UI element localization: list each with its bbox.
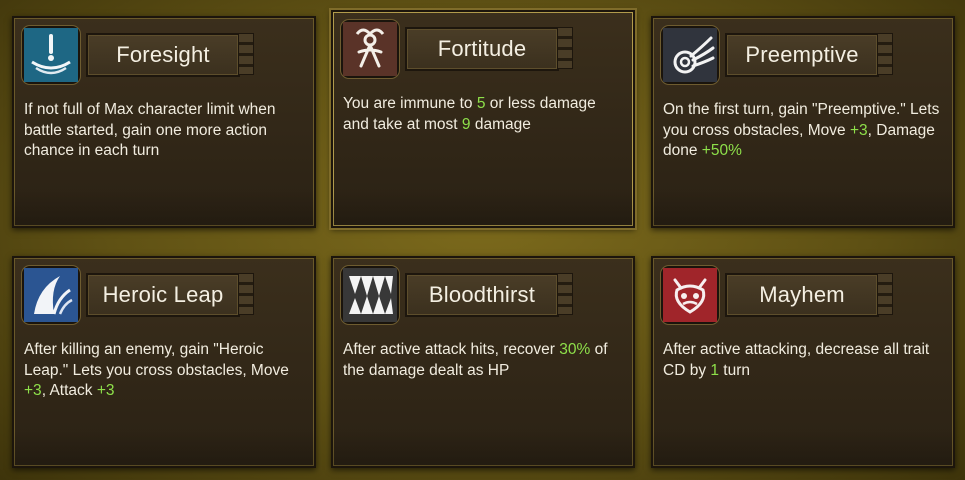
title-notch xyxy=(877,273,893,315)
card-header: Preemptive xyxy=(653,18,953,88)
card-floor xyxy=(14,190,314,226)
card-description: After active attack hits, recover 30% of… xyxy=(343,340,623,381)
title-notch xyxy=(557,273,573,315)
card-floor xyxy=(653,430,953,466)
card-header: Foresight xyxy=(14,18,314,88)
trait-card-fortitude[interactable]: Fortitude You are immune to 5 or less da… xyxy=(331,10,635,228)
card-header: Fortitude xyxy=(333,12,633,82)
card-title-box: Bloodthirst xyxy=(405,273,559,317)
foresight-icon xyxy=(22,26,80,84)
heroic-leap-icon xyxy=(22,266,80,324)
desc-value: 9 xyxy=(461,115,471,133)
card-title-box: Foresight xyxy=(86,33,240,77)
desc-value: 1 xyxy=(710,361,719,379)
trait-card-bloodthirst[interactable]: Bloodthirst After active attack hits, re… xyxy=(331,256,635,468)
desc-value: +3 xyxy=(24,382,42,399)
card-floor xyxy=(14,430,314,466)
card-title: Mayhem xyxy=(759,282,845,307)
trait-card-foresight[interactable]: Foresight If not full of Max character l… xyxy=(12,16,316,228)
trait-grid: Foresight If not full of Max character l… xyxy=(0,0,965,480)
card-title-box: Preemptive xyxy=(725,33,879,77)
card-header: Mayhem xyxy=(653,258,953,328)
desc-text: , Attack xyxy=(41,382,97,399)
desc-text: If not full of Max character limit when … xyxy=(24,101,276,159)
card-title-box: Heroic Leap xyxy=(86,273,240,317)
card-title: Preemptive xyxy=(745,42,859,67)
card-title-box: Mayhem xyxy=(725,273,879,317)
desc-text: After active attack hits, recover xyxy=(343,341,560,358)
card-header: Heroic Leap xyxy=(14,258,314,328)
desc-text: You are immune to xyxy=(343,95,477,112)
card-title-box: Fortitude xyxy=(405,27,559,71)
fortitude-icon xyxy=(341,20,399,78)
preemptive-icon xyxy=(661,26,719,84)
title-notch xyxy=(238,33,254,75)
card-description: After active attacking, decrease all tra… xyxy=(663,340,943,381)
card-title: Heroic Leap xyxy=(102,282,224,307)
title-notch xyxy=(557,27,573,69)
card-title: Fortitude xyxy=(437,36,527,61)
card-floor xyxy=(333,190,633,226)
trait-card-heroic-leap[interactable]: Heroic Leap After killing an enemy, gain… xyxy=(12,256,316,468)
trait-card-mayhem[interactable]: Mayhem After active attacking, decrease … xyxy=(651,256,955,468)
card-header: Bloodthirst xyxy=(333,258,633,328)
card-floor xyxy=(653,190,953,226)
desc-value: +3 xyxy=(96,382,115,399)
desc-value: 30% xyxy=(559,341,591,358)
card-description: On the first turn, gain "Preemptive." Le… xyxy=(663,100,943,162)
card-description: If not full of Max character limit when … xyxy=(24,100,304,162)
desc-value: +50% xyxy=(701,142,742,159)
bloodthirst-icon xyxy=(341,266,399,324)
card-floor xyxy=(333,430,633,466)
desc-text: After active attacking, decrease all tra… xyxy=(663,341,930,379)
card-title: Bloodthirst xyxy=(428,282,536,307)
card-title: Foresight xyxy=(116,42,210,67)
title-notch xyxy=(238,273,254,315)
mayhem-icon xyxy=(661,266,719,324)
trait-card-preemptive[interactable]: Preemptive On the first turn, gain "Pree… xyxy=(651,16,955,228)
card-description: After killing an enemy, gain "Heroic Lea… xyxy=(24,340,304,402)
title-notch xyxy=(877,33,893,75)
desc-text: damage xyxy=(470,115,531,133)
desc-text: After killing an enemy, gain "Heroic Lea… xyxy=(24,341,289,379)
desc-value: +3 xyxy=(849,121,868,139)
desc-text: turn xyxy=(719,361,751,379)
card-description: You are immune to 5 or less damage and t… xyxy=(343,94,623,135)
